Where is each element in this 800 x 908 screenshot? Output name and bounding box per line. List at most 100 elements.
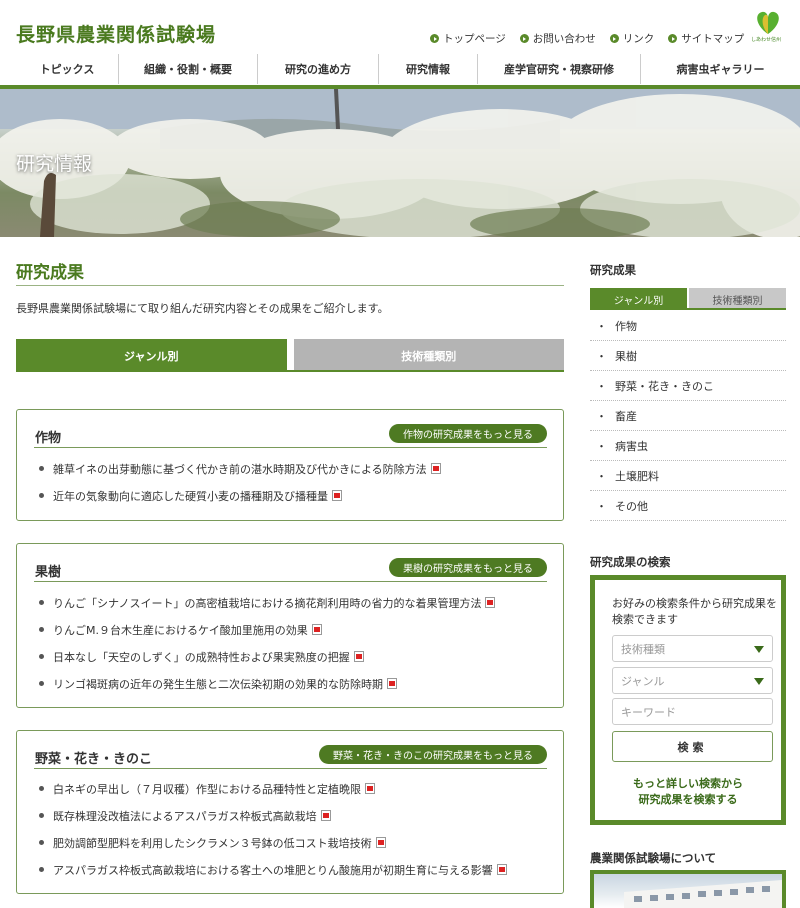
- gnav-research-info[interactable]: 研究情報: [379, 54, 478, 84]
- pdf-icon: [375, 837, 386, 848]
- bullet-icon: ・: [596, 499, 607, 513]
- advanced-search-line2: 研究成果を検索する: [638, 793, 738, 806]
- list-item[interactable]: 雑草イネの出芽動態に基づく代かき前の湛水時期及び代かきによる防除方法: [39, 455, 441, 482]
- arrow-circle-icon: [519, 34, 529, 43]
- bullet-icon: [39, 466, 44, 471]
- result-link[interactable]: 雑草イネの出芽動態に基づく代かき前の湛水時期及び代かきによる防除方法: [53, 461, 427, 477]
- list-item[interactable]: 既存株理没改植法によるアスパラガス枠板式高畝栽培: [39, 802, 507, 829]
- list-item[interactable]: 白ネギの早出し（７月収穫）作型における品種特性と定植晩限: [39, 775, 507, 802]
- gnav-topics[interactable]: トピックス: [16, 54, 119, 84]
- sidebar-genre-list: ・作物 ・果樹 ・野菜・花き・きのこ ・畜産 ・病害虫 ・土壌肥料 ・その他: [590, 311, 786, 521]
- sidebar-tab-by-technique[interactable]: 技術種類別: [689, 288, 786, 310]
- result-link[interactable]: 既存株理没改植法によるアスパラガス枠板式高畝栽培: [53, 808, 317, 824]
- result-link[interactable]: 日本なし「天空のしずく」の成熟特性および果実熟度の把握: [53, 649, 350, 665]
- result-link[interactable]: リンゴ褐斑病の近年の発生生態と二次伝染初期の効果的な防除時期: [53, 676, 383, 692]
- pdf-icon: [365, 783, 375, 794]
- arrow-circle-icon: [609, 34, 619, 43]
- section-vegetables: 野菜・花き・きのこ 野菜・花き・きのこの研究成果をもっと見る 白ネギの早出し（７…: [16, 730, 564, 894]
- gnav-research-approach[interactable]: 研究の進め方: [258, 54, 379, 84]
- sidebar-item-vegetables[interactable]: ・野菜・花き・きのこ: [590, 371, 786, 401]
- advanced-search-link[interactable]: もっと詳しい検索から 研究成果を検索する: [595, 776, 781, 808]
- search-panel: お好みの検索条件から研究成果を検索できます 技術種類 ジャンル キーワード 検索…: [590, 575, 786, 825]
- sidebar-results-heading: 研究成果: [590, 263, 636, 277]
- sidebar-item-fruit[interactable]: ・果樹: [590, 341, 786, 371]
- sidebar-item-label: 作物: [615, 319, 637, 333]
- tabs-underline: [16, 370, 564, 372]
- search-button[interactable]: 検索: [612, 731, 773, 762]
- arrow-circle-icon: [430, 34, 439, 43]
- list-item[interactable]: 肥効調節型肥料を利用したシクラメン３号鉢の低コスト栽培技術: [39, 829, 507, 856]
- sidebar-item-label: 野菜・花き・きのこ: [615, 379, 714, 393]
- heading-divider: [16, 285, 564, 286]
- dropdown-arrow-icon: [754, 646, 764, 653]
- util-link-label: トップページ: [443, 33, 506, 45]
- bullet-icon: ・: [596, 349, 607, 363]
- pdf-icon: [485, 597, 496, 608]
- gnav-pest-gallery[interactable]: 病害虫ギャラリー: [641, 54, 800, 84]
- result-link[interactable]: 白ネギの早出し（７月収穫）作型における品種特性と定植晩限: [53, 781, 361, 797]
- sidebar-tab-by-genre[interactable]: ジャンル別: [590, 288, 687, 310]
- sidebar-item-label: 畜産: [615, 409, 637, 423]
- sidebar-item-crops[interactable]: ・作物: [590, 311, 786, 341]
- keyword-input[interactable]: キーワード: [612, 698, 773, 725]
- more-fruit-button[interactable]: 果樹の研究成果をもっと見る: [389, 558, 547, 577]
- list-item[interactable]: りんごM.９台木生産におけるケイ酸加里施用の効果: [39, 616, 495, 643]
- bullet-icon: ・: [596, 409, 607, 423]
- list-item[interactable]: りんご「シナノスイート」の高密植栽培における摘花剤利用時の省力的な着果管理方法: [39, 589, 496, 616]
- intro-text: 長野県農業関係試験場にて取り組んだ研究内容とその成果をご紹介します。: [16, 302, 389, 315]
- result-list: 白ネギの早出し（７月収穫）作型における品種特性と定植晩限 既存株理没改植法による…: [39, 775, 507, 883]
- result-link[interactable]: アスパラガス枠板式高畝栽培における客土への堆肥とりん酸施用が初期生育に与える影響: [53, 862, 493, 878]
- pdf-icon: [332, 490, 342, 501]
- sidebar-item-other[interactable]: ・その他: [590, 491, 786, 521]
- tab-by-genre[interactable]: ジャンル別: [16, 339, 287, 372]
- more-vegetables-button[interactable]: 野菜・花き・きのこの研究成果をもっと見る: [319, 745, 547, 764]
- sidebar-item-soil[interactable]: ・土壌肥料: [590, 461, 786, 491]
- tab-by-technique[interactable]: 技術種類別: [293, 339, 564, 372]
- more-crops-button[interactable]: 作物の研究成果をもっと見る: [389, 424, 547, 443]
- sidebar-item-label: 病害虫: [615, 439, 648, 453]
- tech-type-select[interactable]: 技術種類: [612, 635, 773, 662]
- pdf-icon: [320, 810, 331, 821]
- dropdown-arrow-icon: [754, 678, 764, 685]
- result-link[interactable]: 肥効調節型肥料を利用したシクラメン３号鉢の低コスト栽培技術: [53, 835, 372, 851]
- about-heading: 農業関係試験場について: [590, 851, 717, 865]
- list-item[interactable]: 近年の気象動向に適応した硬質小麦の播種期及び播種量: [39, 482, 441, 509]
- gnav-organization[interactable]: 組織・役割・概要: [119, 54, 258, 84]
- site-title[interactable]: 長野県農業関係試験場: [16, 20, 216, 47]
- result-link[interactable]: りんごM.９台木生産におけるケイ酸加里施用の効果: [53, 622, 308, 638]
- util-link-top[interactable]: トップページ: [430, 31, 506, 46]
- sidebar-item-livestock[interactable]: ・畜産: [590, 401, 786, 431]
- util-link-contact[interactable]: お問い合わせ: [519, 31, 596, 46]
- sidebar-item-label: 果樹: [615, 349, 637, 363]
- list-item[interactable]: アスパラガス枠板式高畝栽培における客土への堆肥とりん酸施用が初期生育に与える影響: [39, 856, 507, 883]
- section-title: 果樹: [35, 565, 62, 580]
- utility-nav: トップページ お問い合わせ リンク サイトマップ: [430, 31, 744, 46]
- genre-select[interactable]: ジャンル: [612, 667, 773, 694]
- genre-tabs: ジャンル別 技術種類別: [16, 339, 564, 372]
- apple-blossom-image: [0, 89, 800, 237]
- page-title: 研究成果: [16, 263, 84, 283]
- pdf-icon: [496, 864, 507, 875]
- sidebar-item-pests[interactable]: ・病害虫: [590, 431, 786, 461]
- section-fruit: 果樹 果樹の研究成果をもっと見る りんご「シナノスイート」の高密植栽培における摘…: [16, 543, 564, 708]
- util-link-label: サイトマップ: [681, 33, 745, 45]
- search-description: お好みの検索条件から研究成果を検索できます: [612, 597, 777, 626]
- list-item[interactable]: 日本なし「天空のしずく」の成熟特性および果実熟度の把握: [39, 643, 495, 670]
- util-link-links[interactable]: リンク: [609, 31, 654, 46]
- sidebar-tabs: ジャンル別 技術種類別: [590, 288, 786, 310]
- section-title: 野菜・花き・きのこ: [35, 752, 153, 767]
- bullet-icon: [39, 600, 44, 605]
- sidebar-tabs-underline: [590, 308, 786, 310]
- bullet-icon: [39, 681, 44, 686]
- bullet-icon: [39, 627, 44, 632]
- gnav-industry-collab[interactable]: 産学官研究・視察研修: [478, 54, 641, 84]
- list-item[interactable]: リンゴ褐斑病の近年の発生生態と二次伝染初期の効果的な防除時期: [39, 670, 495, 697]
- pdf-icon: [353, 651, 364, 662]
- search-heading: 研究成果の検索: [590, 555, 671, 569]
- result-link[interactable]: 近年の気象動向に適応した硬質小麦の播種期及び播種量: [53, 488, 328, 504]
- bullet-icon: [39, 867, 44, 872]
- result-link[interactable]: りんご「シナノスイート」の高密植栽培における摘花剤利用時の省力的な着果管理方法: [53, 595, 481, 611]
- building-photo[interactable]: [590, 870, 786, 908]
- util-link-sitemap[interactable]: サイトマップ: [668, 31, 744, 46]
- section-header: 作物 作物の研究成果をもっと見る: [34, 424, 547, 448]
